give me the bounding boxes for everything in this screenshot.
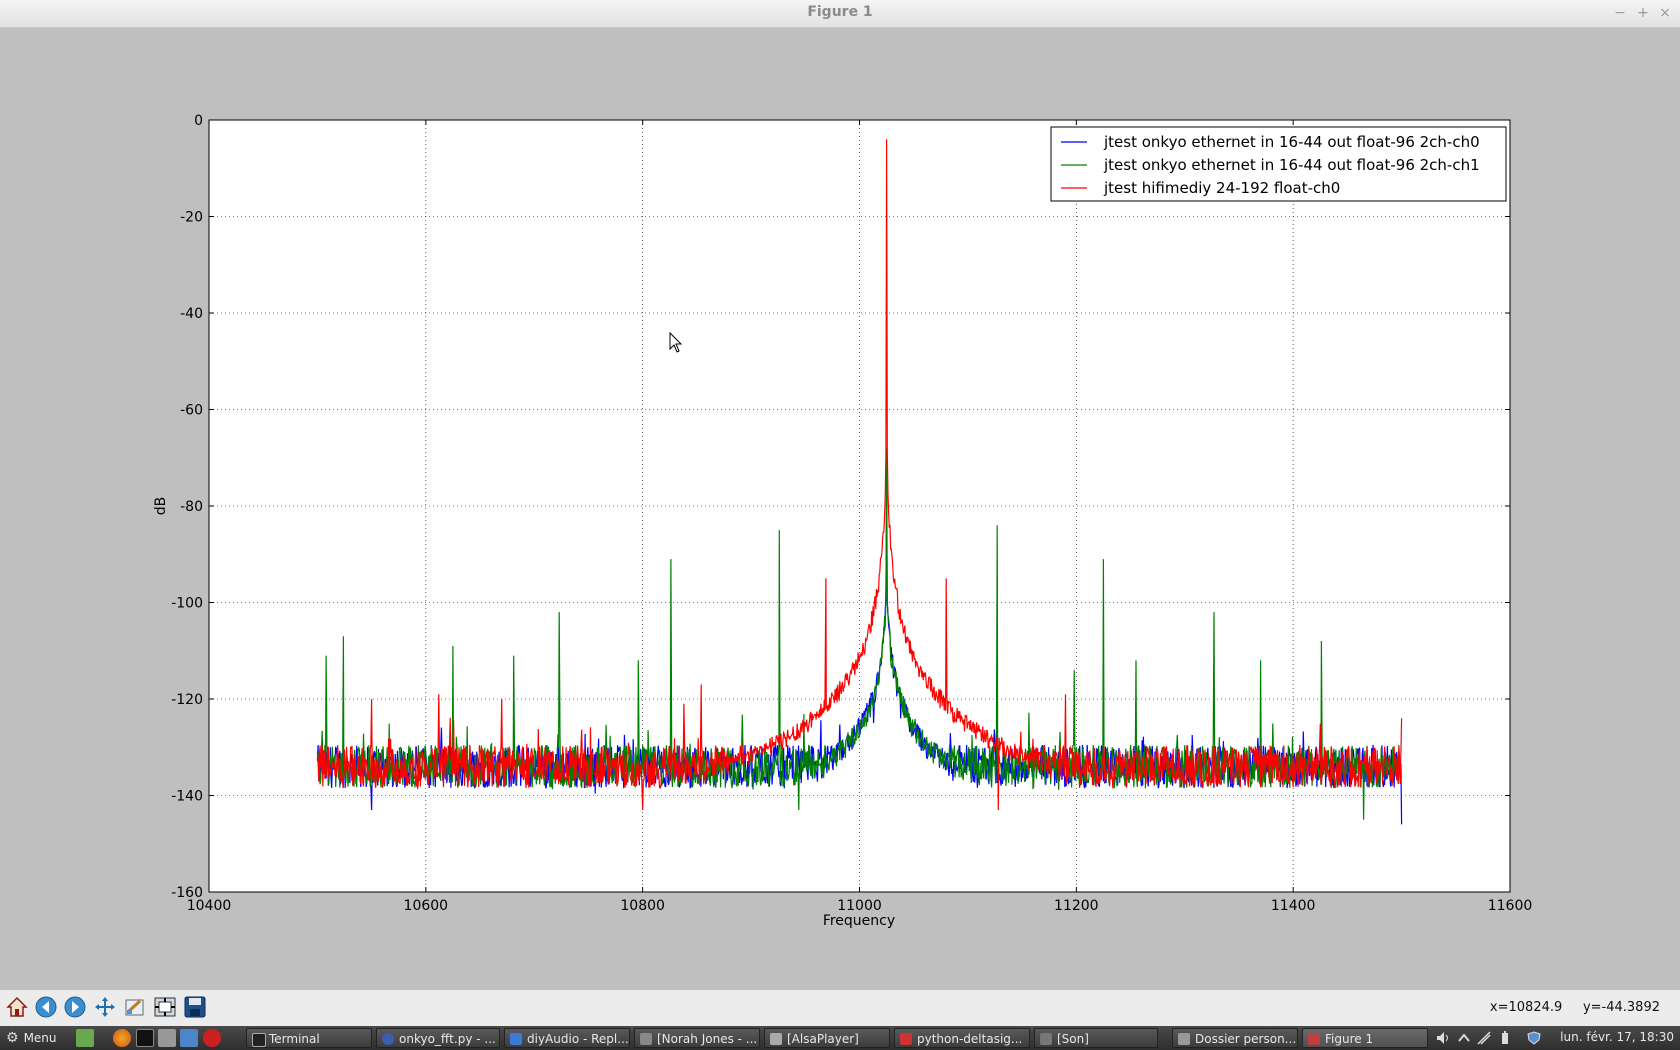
document-icon: [900, 1033, 912, 1045]
gear-icon: ⚙: [6, 1030, 19, 1046]
clock[interactable]: lun. févr. 17, 18:30: [1560, 1030, 1674, 1044]
y-axis-label: dB: [153, 497, 169, 516]
y-tick-label: -80: [180, 499, 203, 515]
coord-y: y=-44.3892: [1582, 1000, 1660, 1015]
legend-entry: jtest onkyo ethernet in 16-44 out float-…: [1103, 156, 1480, 174]
chromium-icon[interactable]: [180, 1029, 198, 1047]
task-diyaudio[interactable]: diyAudio - Repl...: [504, 1028, 630, 1048]
x-tick-label: 11200: [1054, 898, 1099, 914]
zoom-icon[interactable]: [122, 994, 148, 1020]
task-dossier-personnel[interactable]: Dossier person...: [1172, 1028, 1298, 1048]
home-icon[interactable]: [4, 994, 30, 1020]
task-onkyo-fft[interactable]: onkyo_fft.py - ...: [376, 1028, 500, 1048]
legend-entry: jtest onkyo ethernet in 16-44 out float-…: [1103, 133, 1480, 151]
save-icon[interactable]: [182, 994, 208, 1020]
task-label: Dossier person...: [1195, 1032, 1297, 1046]
y-tick-label: -140: [171, 789, 203, 805]
window-icon: [640, 1033, 652, 1045]
task-label: [Norah Jones - ...: [657, 1032, 758, 1046]
coord-x: x=10824.9: [1489, 1000, 1563, 1015]
task-son[interactable]: [Son]: [1034, 1028, 1158, 1048]
show-desktop-icon[interactable]: [76, 1029, 94, 1047]
x-tick-label: 11000: [837, 898, 882, 914]
coordinate-readout: x=10824.9 y=-44.3892: [1490, 1000, 1660, 1015]
shield-icon[interactable]: [1527, 1031, 1541, 1045]
pan-icon[interactable]: [92, 994, 118, 1020]
x-tick-label: 11400: [1271, 898, 1316, 914]
x-tick-label: 10800: [620, 898, 665, 914]
x-tick-label: 10600: [404, 898, 449, 914]
start-menu-button[interactable]: ⚙ Menu: [2, 1028, 61, 1048]
task-label: Figure 1: [1325, 1032, 1374, 1046]
y-tick-label: -100: [171, 596, 203, 612]
task-terminal[interactable]: Terminal: [246, 1028, 372, 1048]
y-tick-label: -40: [180, 306, 203, 322]
maximize-button[interactable]: +: [1633, 3, 1653, 23]
task-label: Terminal: [269, 1032, 320, 1046]
task-label: onkyo_fft.py - ...: [399, 1032, 496, 1046]
x-tick-label: 11600: [1488, 898, 1533, 914]
alsaplayer-icon: [770, 1033, 782, 1045]
volume-icon[interactable]: [1436, 1031, 1450, 1045]
back-icon[interactable]: [33, 994, 59, 1020]
terminal-launcher-icon[interactable]: [136, 1029, 154, 1047]
task-norah-jones[interactable]: [Norah Jones - ...: [634, 1028, 760, 1048]
task-python-deltasig[interactable]: python-deltasig...: [894, 1028, 1030, 1048]
opera-icon[interactable]: [203, 1029, 221, 1047]
y-tick-label: -120: [171, 692, 203, 708]
editor-icon: [382, 1033, 394, 1045]
task-figure-1[interactable]: Figure 1: [1302, 1028, 1428, 1048]
forward-icon[interactable]: [62, 994, 88, 1020]
battery-icon[interactable]: [1498, 1031, 1512, 1045]
network-icon[interactable]: [1477, 1031, 1491, 1045]
task-label: [AlsaPlayer]: [787, 1032, 859, 1046]
configure-subplots-icon[interactable]: [152, 994, 178, 1020]
navigation-toolbar: x=10824.9 y=-44.3892: [0, 990, 1680, 1026]
y-tick-label: -60: [180, 403, 203, 419]
title-bar: Figure 1 − + ×: [0, 0, 1680, 28]
browser-icon: [510, 1033, 522, 1045]
y-tick-label: -160: [171, 885, 203, 901]
window-title: Figure 1: [807, 4, 873, 20]
y-tick-label: -20: [180, 210, 203, 226]
minimize-button[interactable]: −: [1610, 3, 1630, 23]
terminal-icon: [252, 1033, 266, 1047]
file-manager-icon[interactable]: [158, 1029, 176, 1047]
y-tick-label: 0: [194, 113, 203, 129]
task-label: [Son]: [1057, 1032, 1089, 1046]
x-axis-label: Frequency: [823, 913, 895, 929]
task-label: python-deltasig...: [917, 1032, 1023, 1046]
chevron-up-icon[interactable]: [1457, 1031, 1471, 1045]
task-label: diyAudio - Repl...: [527, 1032, 629, 1046]
figure-canvas[interactable]: 10400 10600 10800 11000 11200 11400 11600 0 -20-…: [5, 30, 1675, 984]
legend: jtest onkyo ethernet in 16-44 out float-…: [1050, 126, 1507, 202]
folder-icon: [1178, 1033, 1190, 1045]
close-button[interactable]: ×: [1655, 3, 1675, 23]
chart[interactable]: 10400 10600 10800 11000 11200 11400 116000-20-…: [5, 30, 1675, 984]
legend-entry: jtest hifimediy 24-192 float-ch0: [1103, 179, 1340, 197]
firefox-icon[interactable]: [113, 1029, 131, 1047]
sound-settings-icon: [1040, 1033, 1052, 1045]
figure-icon: [1308, 1033, 1320, 1045]
taskbar: ⚙ Menu Terminal onkyo_fft.py - ... diyAu…: [0, 1026, 1680, 1050]
start-menu-label: Menu: [23, 1031, 57, 1045]
task-alsaplayer[interactable]: [AlsaPlayer]: [764, 1028, 890, 1048]
